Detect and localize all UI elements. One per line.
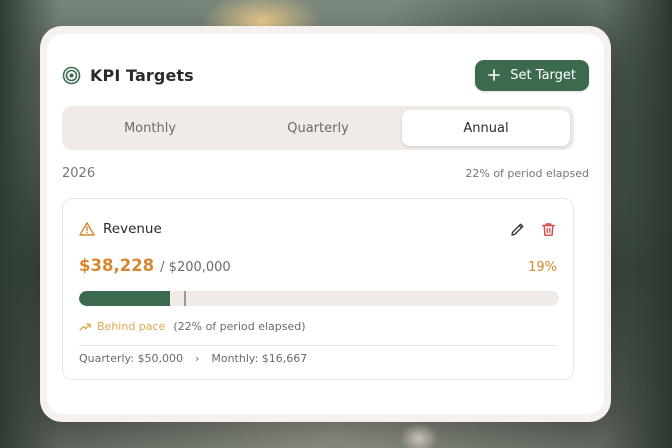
pace-marker bbox=[183, 291, 186, 306]
kpi-name: Revenue bbox=[103, 221, 162, 237]
kpi-header: Revenue bbox=[79, 219, 557, 239]
kpi-title-group: Revenue bbox=[79, 221, 162, 237]
pace-status: Behind pace bbox=[97, 320, 166, 333]
tab-annual[interactable]: Annual bbox=[402, 110, 570, 146]
breakdown-row: Quarterly: $50,000 › Monthly: $16,667 bbox=[79, 352, 307, 365]
pencil-icon[interactable] bbox=[509, 221, 526, 238]
title-group: KPI Targets bbox=[62, 66, 194, 85]
page-title: KPI Targets bbox=[90, 65, 194, 85]
kpi-values: $38,228 / $200,000 bbox=[79, 256, 231, 275]
period-info: 2026 22% of period elapsed bbox=[62, 166, 589, 181]
kpi-targets-panel: KPI Targets Set Target Monthly Quarterly… bbox=[40, 26, 611, 422]
tab-quarterly[interactable]: Quarterly bbox=[234, 110, 402, 146]
progress-bar bbox=[79, 291, 559, 306]
kpi-actions bbox=[509, 221, 557, 238]
chevron-right-icon: › bbox=[194, 352, 200, 365]
progress-fill bbox=[79, 291, 171, 306]
tab-monthly[interactable]: Monthly bbox=[66, 110, 234, 146]
warning-triangle-icon bbox=[79, 221, 95, 237]
period-elapsed: 22% of period elapsed bbox=[465, 167, 589, 180]
divider bbox=[79, 345, 557, 346]
set-target-label: Set Target bbox=[510, 67, 576, 83]
period-year: 2026 bbox=[62, 166, 96, 181]
trash-icon[interactable] bbox=[540, 221, 557, 238]
set-target-button[interactable]: Set Target bbox=[475, 59, 589, 91]
kpi-value-row: $38,228 / $200,000 19% bbox=[79, 256, 557, 275]
target-icon bbox=[62, 66, 81, 85]
trend-up-icon bbox=[79, 321, 91, 333]
panel-header: KPI Targets Set Target bbox=[62, 59, 589, 91]
plus-icon bbox=[488, 69, 501, 81]
period-tabs: Monthly Quarterly Annual bbox=[62, 106, 574, 150]
current-value: $38,228 bbox=[79, 256, 155, 275]
monthly-breakdown: Monthly: $16,667 bbox=[211, 352, 308, 365]
progress-percent: 19% bbox=[528, 260, 557, 275]
target-value: / $200,000 bbox=[160, 260, 231, 275]
kpi-card-revenue: Revenue $38,228 / $200,000 19% Behind pa… bbox=[62, 198, 574, 380]
pace-row: Behind pace (22% of period elapsed) bbox=[79, 320, 306, 333]
quarterly-breakdown: Quarterly: $50,000 bbox=[79, 352, 183, 365]
background-cat bbox=[400, 420, 438, 448]
pace-note: (22% of period elapsed) bbox=[173, 320, 306, 333]
